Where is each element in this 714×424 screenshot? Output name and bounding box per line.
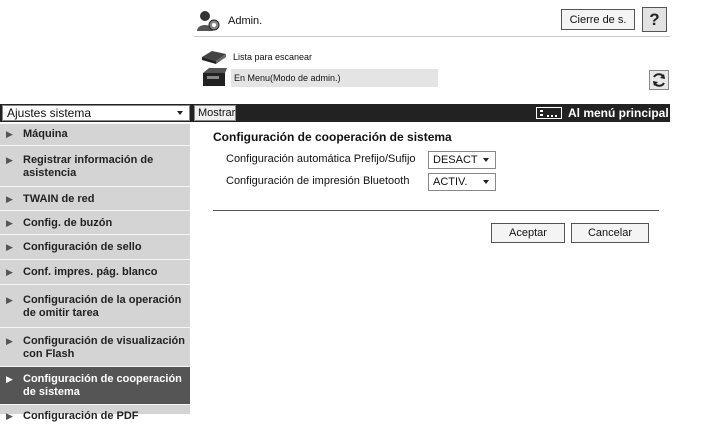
arrow-right-icon: ▶ <box>6 218 13 228</box>
sidebar-item-sello[interactable]: ▶ Configuración de sello <box>0 234 190 259</box>
sidebar-item-maquina[interactable]: ▶ Máquina <box>0 123 190 145</box>
show-button[interactable]: Mostrar <box>194 105 236 121</box>
prefix-suffix-value: DESACT <box>433 154 478 166</box>
sidebar-item-label: Configuración de sello <box>23 241 142 253</box>
sidebar-item-label: Configuración de cooperación de sistema <box>23 373 182 398</box>
sidebar-item-label: Registrar información de asistencia <box>23 154 154 179</box>
sidebar-item-pag-blanco[interactable]: ▶ Conf. impres. pág. blanco <box>0 259 190 284</box>
admin-user-label: Admin. <box>228 15 263 27</box>
ok-button[interactable]: Aceptar <box>491 223 565 243</box>
scanner-icon <box>202 51 226 64</box>
chevron-down-icon <box>483 158 489 162</box>
sidebar-item-buzon[interactable]: ▶ Config. de buzón <box>0 210 190 234</box>
arrow-right-icon: ▶ <box>6 129 13 139</box>
arrow-right-icon: ▶ <box>6 155 13 165</box>
mfp-device-icon <box>203 68 227 86</box>
arrow-right-icon: ▶ <box>6 295 13 305</box>
settings-category-select[interactable]: Ajustes sistema <box>2 105 190 121</box>
bluetooth-print-select[interactable]: ACTIV. <box>428 173 496 191</box>
sidebar-item-pdf[interactable]: ▶ Configuración de PDF <box>0 404 190 424</box>
settings-category-value: Ajustes sistema <box>7 106 92 120</box>
sidebar-item-label: TWAIN de red <box>23 193 95 205</box>
arrow-right-icon: ▶ <box>6 411 13 421</box>
chevron-down-icon <box>177 111 183 115</box>
chevron-down-icon <box>483 180 489 184</box>
admin-mode-indicator: En Menu(Modo de admin.) <box>231 69 438 87</box>
arrow-right-icon: ▶ <box>6 374 13 384</box>
page-title: Configuración de cooperación de sistema <box>213 130 452 144</box>
sidebar-item-label: Conf. impres. pág. blanco <box>23 266 158 278</box>
arrow-right-icon: ▶ <box>6 267 13 277</box>
arrow-right-icon: ▶ <box>6 242 13 252</box>
scan-list-link[interactable]: Lista para escanear <box>233 52 312 62</box>
logout-button[interactable]: Cierre de s. <box>561 9 635 30</box>
setting-label-prefix-suffix: Configuración automática Prefijo/Sufijo <box>226 153 416 165</box>
content-divider <box>213 210 659 211</box>
sidebar-item-flash[interactable]: ▶ Configuración de visualización con Fla… <box>0 327 190 366</box>
refresh-icon[interactable] <box>649 70 669 90</box>
main-menu-icon[interactable] <box>536 107 562 119</box>
sidebar-item-label: Config. de buzón <box>23 217 113 229</box>
sidebar-item-omitir-tarea[interactable]: ▶ Configuración de la operación de omiti… <box>0 284 190 327</box>
sidebar-item-label: Configuración de PDF <box>23 410 139 422</box>
main-menu-link[interactable]: Al menú principal <box>568 105 669 121</box>
sidebar-item-twain[interactable]: ▶ TWAIN de red <box>0 186 190 210</box>
sidebar: ▶ Máquina ▶ Registrar información de asi… <box>0 123 190 422</box>
arrow-right-icon: ▶ <box>6 336 13 346</box>
prefix-suffix-select[interactable]: DESACT <box>428 151 496 169</box>
setting-label-bluetooth: Configuración de impresión Bluetooth <box>226 175 410 187</box>
sidebar-item-label: Configuración de visualización con Flash <box>23 335 185 360</box>
bluetooth-print-value: ACTIV. <box>433 176 468 188</box>
sidebar-item-cooperacion-sistema[interactable]: ▶ Configuración de cooperación de sistem… <box>0 366 190 404</box>
arrow-right-icon: ▶ <box>6 194 13 204</box>
help-button[interactable]: ? <box>642 7 667 32</box>
header-divider <box>194 36 670 37</box>
admin-user-icon <box>197 11 220 31</box>
sidebar-item-asistencia[interactable]: ▶ Registrar información de asistencia <box>0 145 190 186</box>
sidebar-item-label: Configuración de la operación de omitir … <box>23 294 182 319</box>
cancel-button[interactable]: Cancelar <box>571 223 649 243</box>
sidebar-item-label: Máquina <box>23 128 68 140</box>
